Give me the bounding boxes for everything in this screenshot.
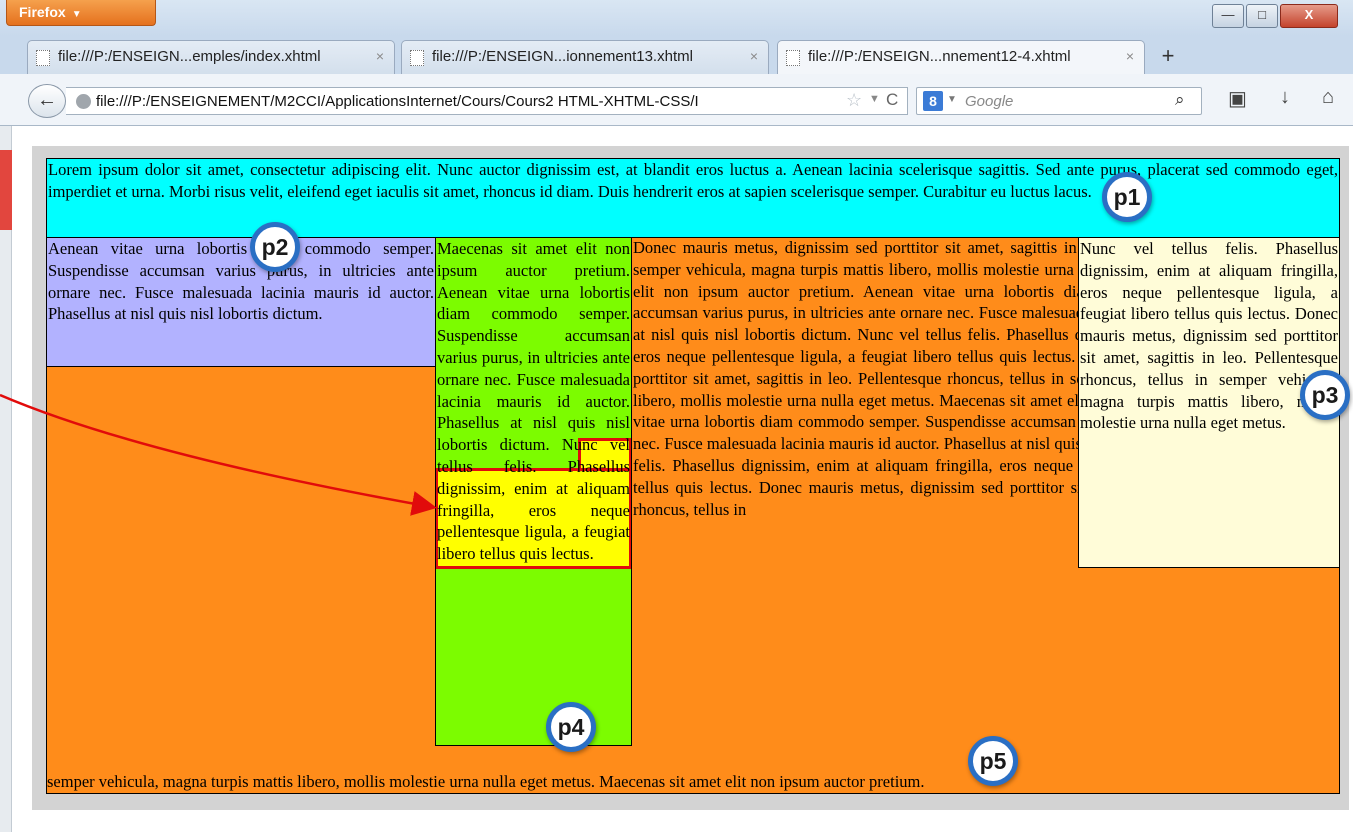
badge-p1: p1 — [1102, 172, 1152, 222]
annotation-arrow — [0, 393, 437, 516]
arrow-path — [0, 393, 437, 516]
badge-p5: p5 — [968, 736, 1018, 786]
badge-p2: p2 — [250, 222, 300, 272]
badge-p4: p4 — [546, 702, 596, 752]
badge-p3: p3 — [1300, 370, 1350, 420]
